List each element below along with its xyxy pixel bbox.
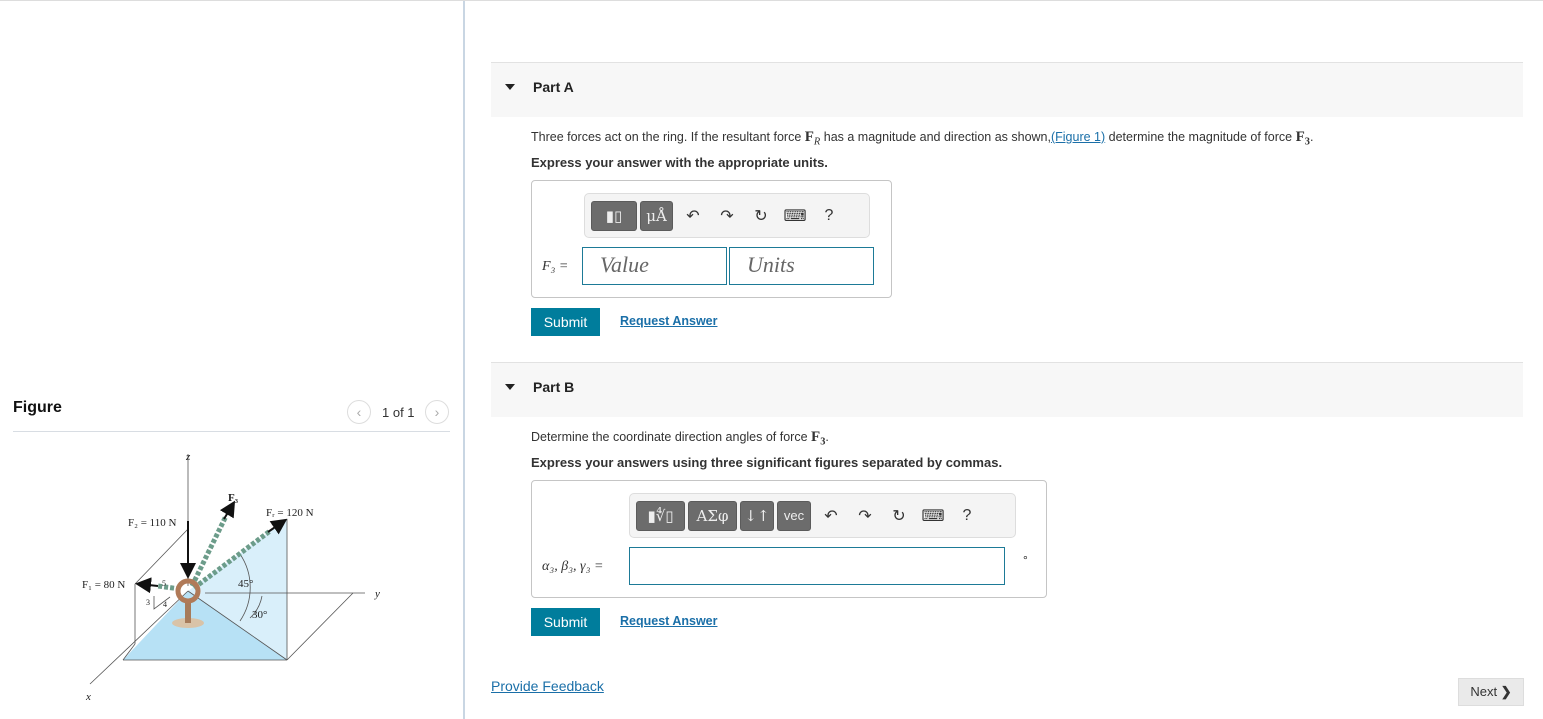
x-axis-label: x: [85, 691, 91, 703]
panel-divider[interactable]: [463, 1, 465, 719]
slope-4-label: 4: [163, 600, 167, 609]
chevron-right-icon: ›: [434, 404, 440, 420]
part-a-toolbar: ▮▯ μÅ ↶ ↷ ↻ ⌨ ?: [584, 193, 870, 238]
part-a-request-answer-link[interactable]: Request Answer: [620, 314, 717, 328]
slope-3-label: 3: [146, 598, 150, 607]
undo-icon[interactable]: ↶: [814, 506, 848, 526]
prev-figure-button[interactable]: ‹: [347, 400, 371, 424]
slope-5-label: 5: [162, 579, 166, 588]
angles-input[interactable]: [629, 547, 1005, 585]
f3-variable-label: F₃ =: [542, 259, 569, 274]
f1-arrow: [135, 577, 159, 594]
part-a-submit-button[interactable]: Submit: [531, 308, 600, 336]
redo-icon[interactable]: ↷: [848, 506, 882, 526]
angle-30-label: 30°: [252, 609, 267, 621]
chevron-left-icon: ‹: [356, 404, 362, 420]
figure-title: Figure: [13, 399, 62, 416]
f1-label: F₁ = 80 N: [82, 579, 125, 591]
part-a-question: Three forces act on the ring. If the res…: [531, 129, 1314, 148]
vec-button[interactable]: vec: [777, 500, 811, 531]
part-b-instruction: Express your answers using three signifi…: [531, 455, 1003, 470]
f2-label: F₂ = 110 N: [128, 517, 176, 529]
value-input[interactable]: Value: [582, 247, 727, 285]
f3-label: F₃: [228, 492, 239, 504]
collapse-triangle-icon: [505, 84, 515, 90]
keyboard-icon[interactable]: ⌨: [916, 506, 950, 526]
undo-icon[interactable]: ↶: [676, 206, 710, 226]
templates-button[interactable]: ▮∜▯: [636, 500, 685, 531]
z-axis-label: z: [185, 451, 191, 463]
part-a-answer-box: ▮▯ μÅ ↶ ↷ ↻ ⌨ ? F₃ = Value Units: [531, 180, 892, 298]
next-button[interactable]: Next ❯: [1458, 678, 1524, 706]
f3-arrow: [219, 500, 236, 520]
figure-pager: 1 of 1: [382, 405, 415, 420]
figure-divider: [13, 431, 450, 432]
part-a-header[interactable]: Part A: [491, 62, 1523, 117]
help-icon[interactable]: ?: [950, 507, 984, 525]
angles-variable-label: α₃, β₃, γ₃ =: [542, 559, 604, 574]
y-axis-label: y: [374, 588, 380, 600]
part-b-question: Determine the coordinate direction angle…: [531, 429, 829, 448]
provide-feedback-link[interactable]: Provide Feedback: [491, 678, 604, 694]
units-button[interactable]: μÅ: [640, 200, 673, 231]
part-b-submit-button[interactable]: Submit: [531, 608, 600, 636]
part-b-request-answer-link[interactable]: Request Answer: [620, 614, 717, 628]
arrows-button[interactable]: ↓↑: [740, 500, 774, 531]
figure-diagram: z y x F₂ = 110 N F₁ = 80 N F₃ Fᵣ = 120 N…: [82, 451, 380, 703]
next-figure-button[interactable]: ›: [425, 400, 449, 424]
templates-button[interactable]: ▮▯: [591, 200, 637, 231]
part-b-toolbar: ▮∜▯ ΑΣφ ↓↑ vec ↶ ↷ ↻ ⌨ ?: [629, 493, 1016, 538]
part-a-instruction: Express your answer with the appropriate…: [531, 155, 828, 170]
reset-icon[interactable]: ↻: [882, 506, 916, 526]
degree-unit: °: [1023, 553, 1028, 567]
redo-icon[interactable]: ↷: [710, 206, 744, 226]
keyboard-icon[interactable]: ⌨: [778, 206, 812, 226]
reset-icon[interactable]: ↻: [744, 206, 778, 226]
part-a-label: Part A: [533, 79, 574, 95]
part-b-answer-box: ▮∜▯ ΑΣφ ↓↑ vec ↶ ↷ ↻ ⌨ ? α₃, β₃, γ₃ = °: [531, 480, 1047, 598]
figure-1-link[interactable]: (Figure 1): [1051, 130, 1105, 144]
part-b-label: Part B: [533, 379, 575, 395]
help-icon[interactable]: ?: [812, 207, 846, 225]
fr-label: Fᵣ = 120 N: [266, 507, 314, 519]
greek-button[interactable]: ΑΣφ: [688, 500, 737, 531]
angle-45-label: 45°: [238, 578, 253, 590]
units-input[interactable]: Units: [729, 247, 874, 285]
chevron-right-icon: ❯: [1500, 684, 1512, 699]
collapse-triangle-icon: [505, 384, 515, 390]
part-b-header[interactable]: Part B: [491, 362, 1523, 417]
